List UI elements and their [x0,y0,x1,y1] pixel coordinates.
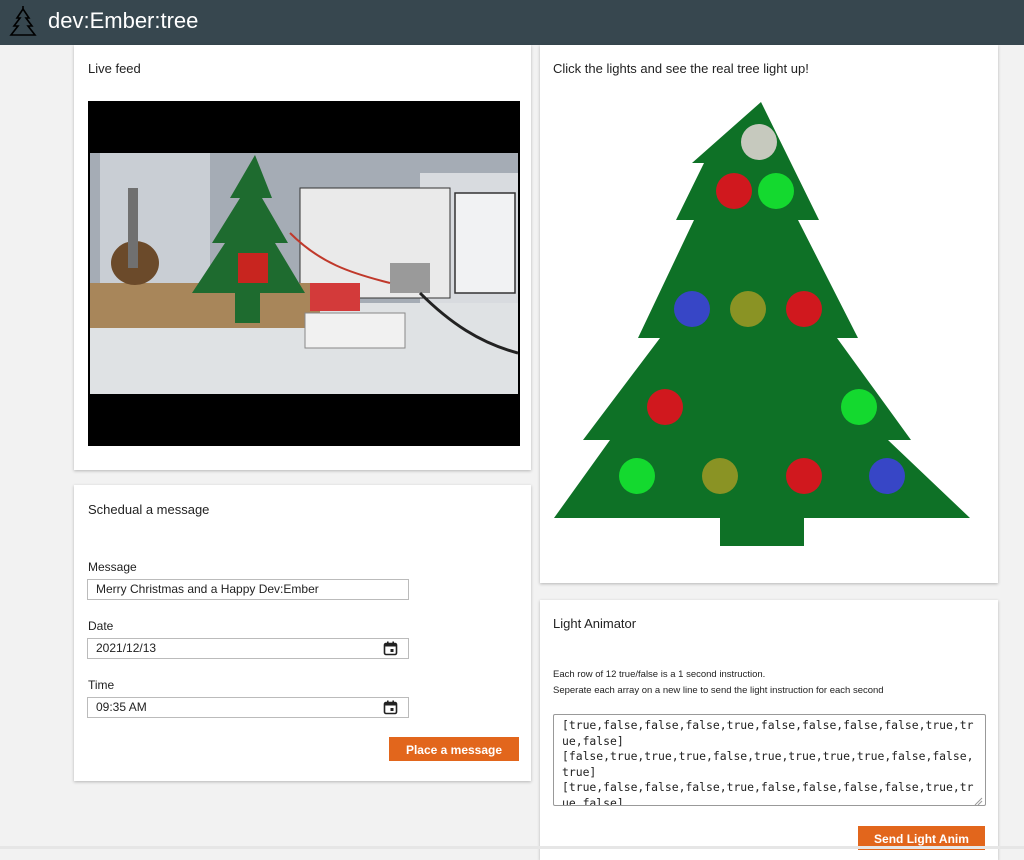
message-input[interactable]: Merry Christmas and a Happy Dev:Ember [87,579,409,600]
tree-light-8[interactable] [841,389,877,425]
message-label: Message [88,560,137,574]
time-label: Time [88,678,115,692]
textarea-resize-handle[interactable] [973,793,983,811]
tree-shape [554,102,970,546]
time-value: 09:35 AM [96,700,147,714]
tree-light-6[interactable] [786,291,822,327]
tree-light-4[interactable] [674,291,710,327]
light-animator-card: Light Animator Each row of 12 true/false… [540,600,998,860]
christmas-tree-icon [9,5,37,44]
app-header: dev:Ember:tree [0,0,1024,45]
place-message-button[interactable]: Place a message [389,737,519,761]
tree-graphic [554,102,970,546]
app-title: dev:Ember:tree [48,8,199,33]
tree-light-11[interactable] [786,458,822,494]
date-value: 2021/12/13 [96,641,157,655]
animation-instructions-textarea[interactable]: [true,false,false,false,true,false,false… [553,714,986,806]
animator-help-2: Seperate each array on a new line to sen… [553,685,884,696]
date-input[interactable]: 2021/12/13 [87,638,409,659]
tree-light-10[interactable] [702,458,738,494]
message-value: Merry Christmas and a Happy Dev:Ember [96,582,319,596]
tree-light-1[interactable] [741,124,777,160]
calendar-icon[interactable] [383,641,398,662]
animator-title: Light Animator [553,616,637,631]
schedule-message-card: Schedual a message Message Merry Christm… [74,485,531,781]
video-frame [90,153,518,394]
tree-card: Click the lights and see the real tree l… [540,45,998,583]
tree-light-3[interactable] [758,173,794,209]
schedule-title: Schedual a message [88,502,210,517]
tree-light-7[interactable] [647,389,683,425]
time-input[interactable]: 09:35 AM [87,697,409,718]
live-video-player[interactable] [88,101,520,446]
calendar-icon[interactable] [383,700,398,721]
animator-help-1: Each row of 12 true/false is a 1 second … [553,669,766,680]
tree-light-9[interactable] [619,458,655,494]
tree-light-12[interactable] [869,458,905,494]
tree-light-2[interactable] [716,173,752,209]
date-label: Date [88,619,114,633]
tree-light-5[interactable] [730,291,766,327]
live-feed-card: Live feed [74,45,531,470]
live-feed-title: Live feed [88,61,141,76]
